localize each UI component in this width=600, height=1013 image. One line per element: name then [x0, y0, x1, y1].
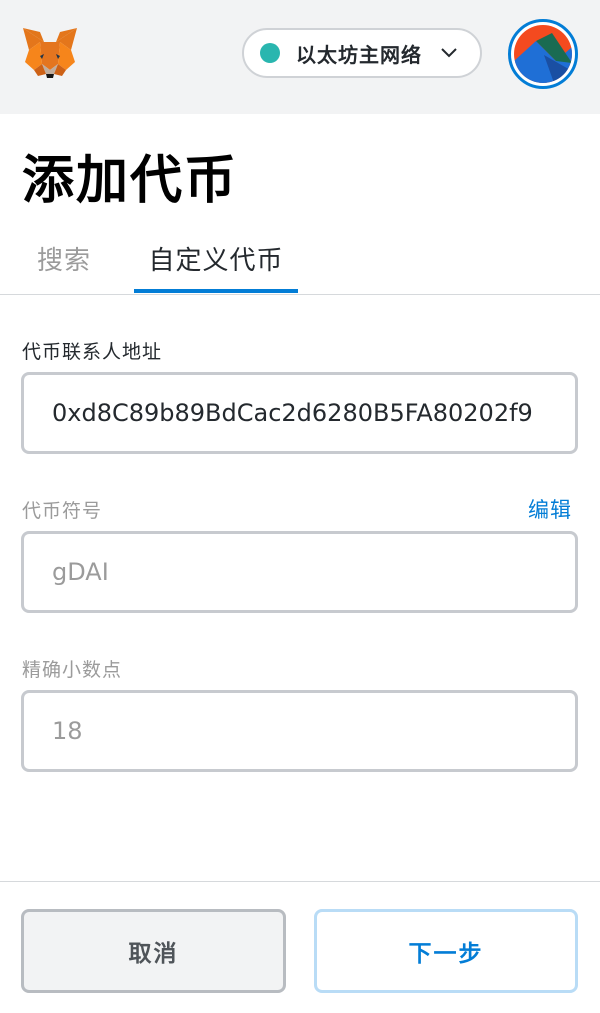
- footer-divider: [0, 881, 600, 882]
- chevron-down-icon: [440, 44, 458, 62]
- cancel-button[interactable]: 取消: [21, 909, 286, 993]
- tab-search[interactable]: 搜索: [24, 230, 104, 294]
- token-address-input[interactable]: [52, 399, 575, 427]
- edit-symbol-link[interactable]: 编辑: [528, 494, 572, 524]
- token-symbol-field[interactable]: [21, 531, 578, 613]
- active-tab-indicator: [134, 289, 298, 293]
- add-token-screen: 以太坊主网络 添加代币 搜索 自定义代币 代币联系人地址 0xd8C89b89B…: [0, 0, 600, 1013]
- token-address-label: 代币联系人地址: [22, 341, 163, 363]
- token-decimals-input[interactable]: [52, 717, 575, 745]
- page-title: 添加代币: [22, 151, 239, 211]
- token-symbol-input[interactable]: [52, 558, 575, 586]
- metamask-fox-icon[interactable]: [20, 26, 80, 80]
- network-status-dot: [260, 43, 280, 63]
- network-label: 以太坊主网络: [296, 42, 422, 67]
- next-button[interactable]: 下一步: [314, 909, 578, 993]
- token-address-field[interactable]: [21, 372, 578, 454]
- token-decimals-label: 精确小数点: [22, 659, 123, 681]
- token-tabs: 搜索 自定义代币: [0, 230, 600, 295]
- tab-custom-token[interactable]: 自定义代币: [134, 230, 298, 294]
- network-selector[interactable]: 以太坊主网络: [242, 28, 482, 78]
- account-identicon: [514, 25, 572, 83]
- account-menu-button[interactable]: [508, 19, 578, 89]
- app-header: 以太坊主网络: [0, 0, 600, 114]
- token-decimals-field[interactable]: [21, 690, 578, 772]
- token-symbol-label: 代币符号: [22, 500, 103, 522]
